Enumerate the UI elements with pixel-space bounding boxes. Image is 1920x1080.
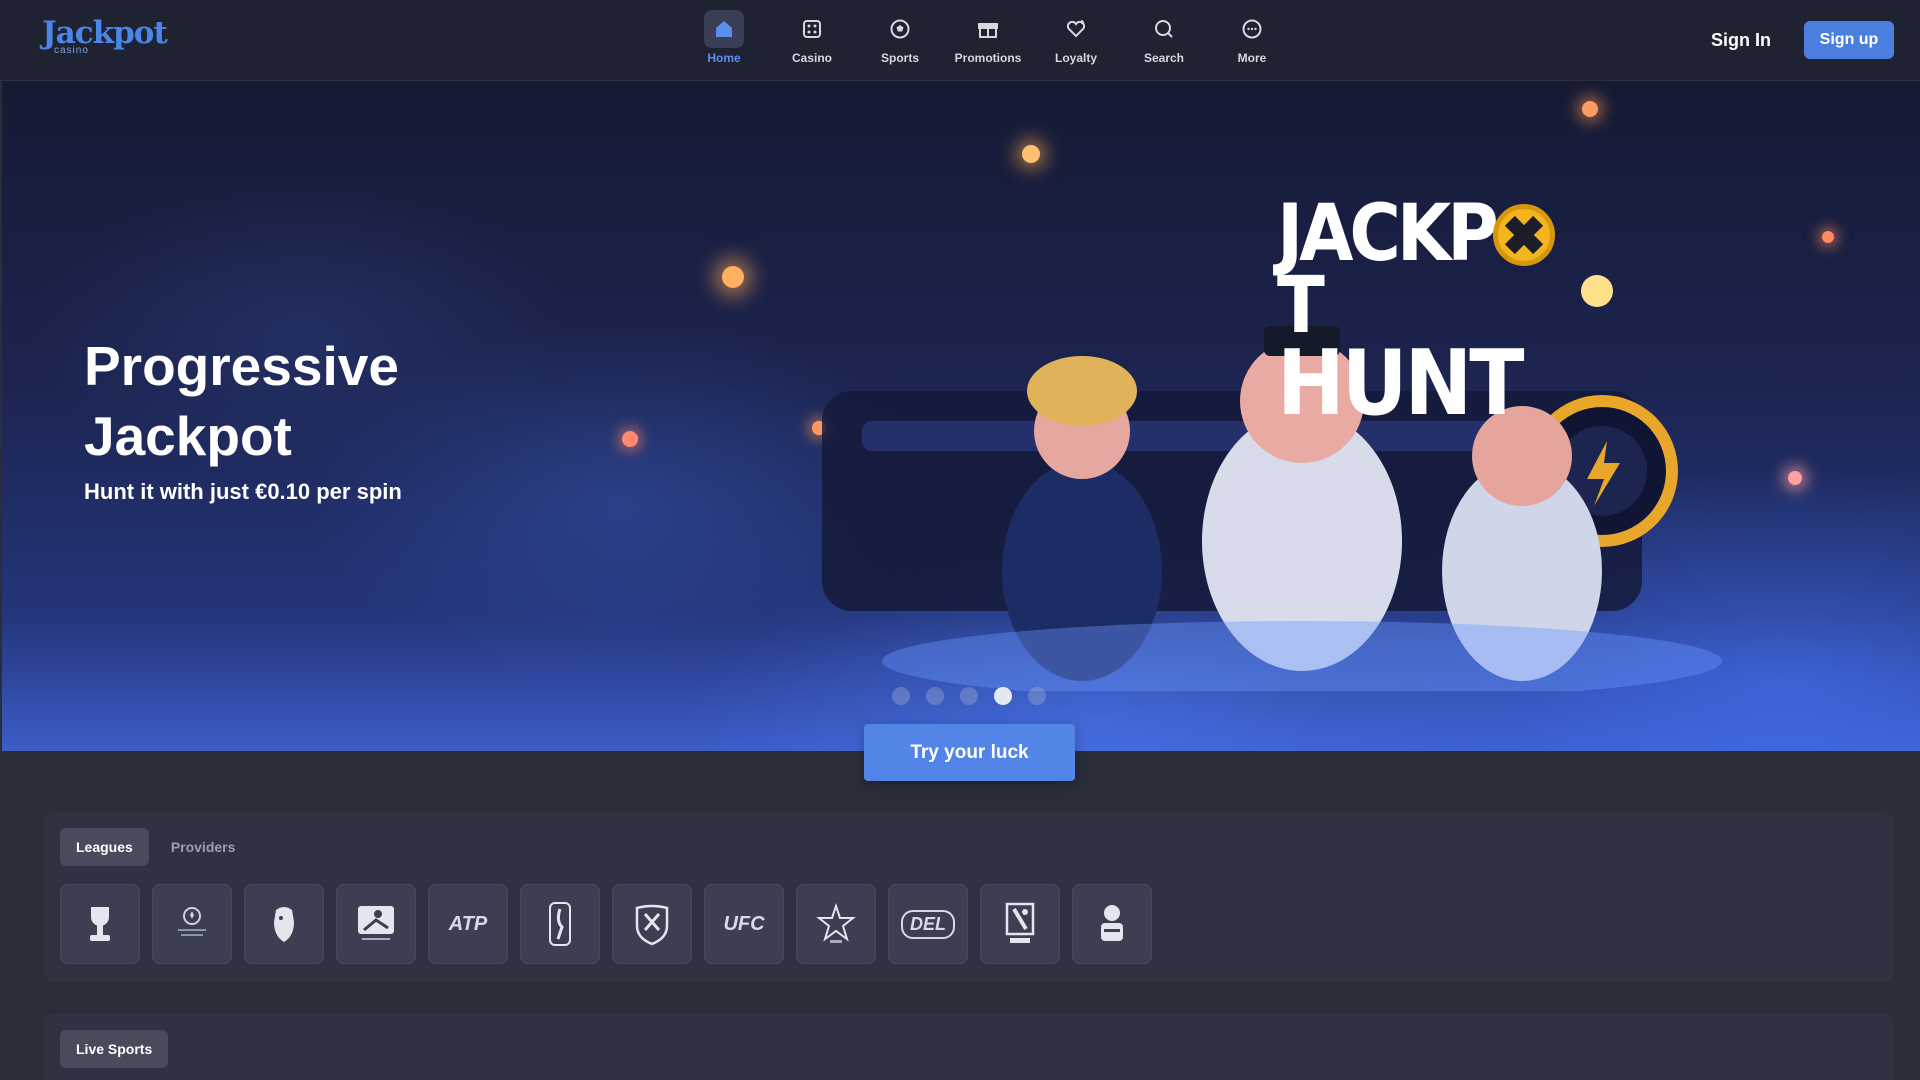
coin-icon (1492, 204, 1555, 266)
carousel-dots (892, 687, 1046, 705)
hero-banner[interactable]: Progressive Jackpot Hunt it with just €0… (2, 81, 1920, 751)
glow-orb (1022, 145, 1040, 163)
try-your-luck-button[interactable]: Try your luck (864, 724, 1075, 781)
nav-label: Home (707, 51, 741, 65)
logo-subtitle: casino (54, 45, 89, 56)
league-basketball-league-logo[interactable] (1072, 884, 1152, 964)
glow-orb (1788, 471, 1802, 485)
nav-label: Casino (791, 51, 832, 65)
top-header: Jackpot casino Home Casino Sports Promot… (0, 0, 1920, 81)
hero-subtitle: Hunt it with just €0.10 per spin (84, 479, 402, 504)
glow-orb (622, 431, 638, 447)
league-nfl-logo[interactable] (612, 884, 692, 964)
glow-orb (1582, 101, 1598, 117)
glow-orb (1822, 231, 1834, 243)
del-text: DEL (901, 909, 955, 939)
heart-icon (1056, 10, 1096, 48)
ufc-text: UFC (723, 912, 765, 935)
nav-label: Sports (880, 51, 919, 65)
nav-label: More (1237, 51, 1267, 65)
nav-label: Promotions (954, 51, 1022, 65)
basketball-icon (1101, 905, 1123, 941)
league-atp-logo[interactable]: ATP (428, 884, 508, 964)
jackpot-hunt-illustration (822, 275, 1722, 691)
league-list: ATP UFC DEL (60, 884, 1152, 964)
nav-label: Loyalty (1054, 51, 1097, 65)
league-star-league-logo[interactable] (796, 884, 876, 964)
atp-text: ATP (448, 912, 488, 935)
trophy-icon (90, 907, 110, 941)
panel-tabs: Leagues Providers (60, 828, 251, 866)
leagues-panel: Leagues Providers ATP UFC DEL (44, 812, 1894, 982)
nav-promotions[interactable]: Promotions (944, 10, 1032, 72)
sign-in-button[interactable]: Sign In (1702, 24, 1780, 56)
nav-search[interactable]: Search (1120, 10, 1208, 72)
league-ufc-logo[interactable]: UFC (704, 884, 784, 964)
league-del-logo[interactable]: DEL (888, 884, 968, 964)
hunt-word: HUNT (1277, 330, 1525, 436)
nav-label: Search (1143, 51, 1185, 65)
carousel-dot[interactable] (892, 687, 910, 705)
jackpot-casino-logo[interactable]: Jackpot casino (42, 18, 168, 60)
tab-live-sports[interactable]: Live Sports (60, 1030, 169, 1068)
soccer-ball-icon (880, 10, 920, 48)
handball-icon (1005, 902, 1035, 943)
bundesliga-icon (358, 906, 394, 940)
live-sports-panel: Live Sports (44, 1014, 1894, 1080)
carousel-dot[interactable] (960, 687, 978, 705)
champions-league-icon (178, 907, 206, 936)
nav-home[interactable]: Home (680, 10, 768, 72)
league-bundesliga-logo[interactable] (336, 884, 416, 964)
nba-icon (549, 902, 571, 946)
league-trophy-logo[interactable] (60, 884, 140, 964)
tab-leagues[interactable]: Leagues (60, 828, 149, 866)
league-champions-league-logo[interactable] (152, 884, 232, 964)
main-nav: Home Casino Sports Promotions Loyalty Se… (680, 10, 1296, 72)
tab-providers[interactable]: Providers (155, 828, 252, 866)
star-icon (816, 902, 856, 943)
carousel-dot[interactable] (1028, 687, 1046, 705)
league-premier-league-logo[interactable] (244, 884, 324, 964)
nav-more[interactable]: More (1208, 10, 1296, 72)
league-nba-logo[interactable] (520, 884, 600, 964)
more-icon (1232, 10, 1272, 48)
search-icon (1144, 10, 1184, 48)
league-handball-league-logo[interactable] (980, 884, 1060, 964)
nfl-shield-icon (635, 904, 669, 946)
hero-title: Progressive Jackpot (84, 335, 399, 467)
gift-icon (968, 10, 1008, 48)
home-icon (704, 10, 744, 48)
jackpot-hunt-title: JACKPT HUNT (1277, 195, 1567, 436)
nav-loyalty[interactable]: Loyalty (1032, 10, 1120, 72)
nav-sports[interactable]: Sports (856, 10, 944, 72)
carousel-dot[interactable] (926, 687, 944, 705)
nav-casino[interactable]: Casino (768, 10, 856, 72)
carousel-dot-active[interactable] (994, 687, 1012, 705)
lion-icon (274, 907, 294, 942)
sign-up-button[interactable]: Sign up (1804, 21, 1894, 59)
dice-icon (792, 10, 832, 48)
